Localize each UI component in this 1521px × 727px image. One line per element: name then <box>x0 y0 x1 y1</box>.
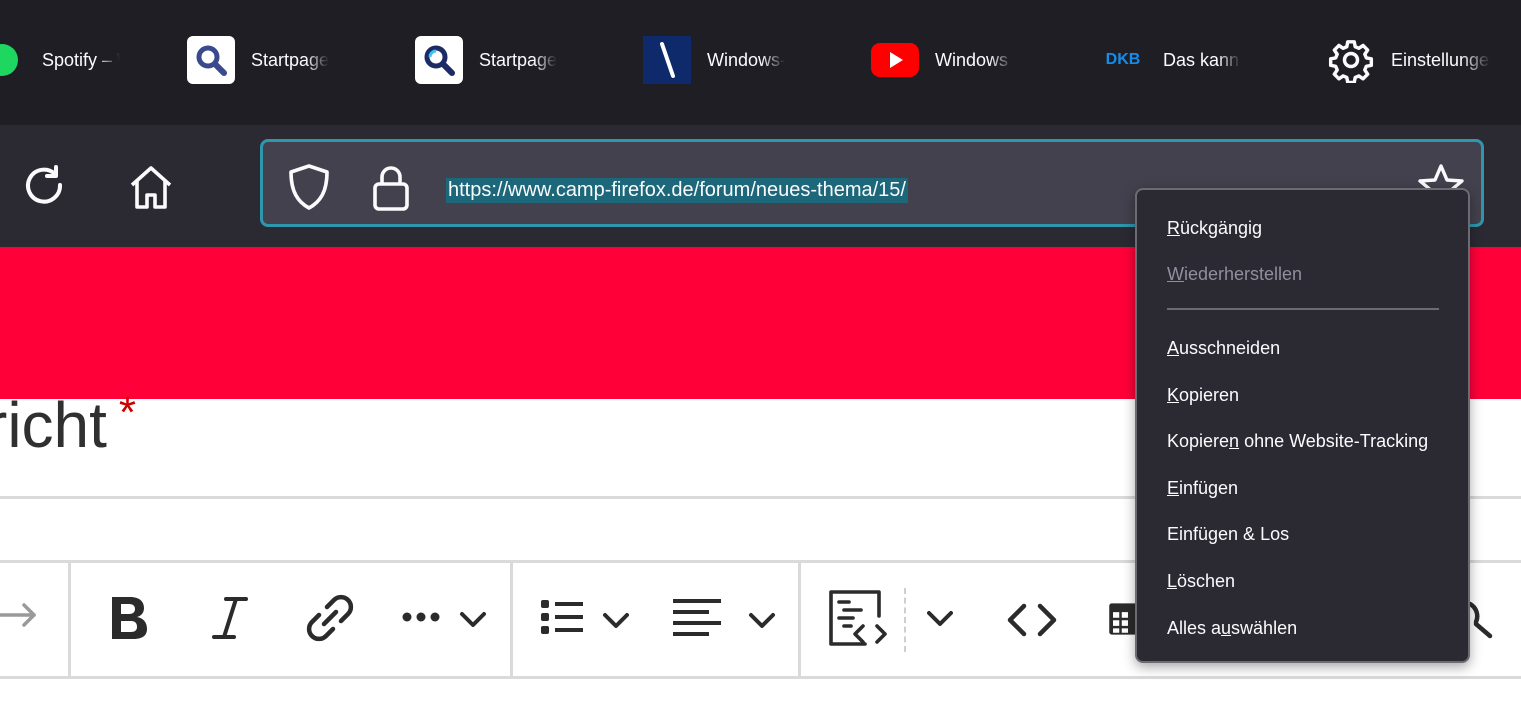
ellipsis-dropdown-icon <box>402 612 486 627</box>
align-left-dropdown-icon <box>673 599 775 636</box>
link-icon <box>306 594 354 642</box>
required-asterisk: * <box>118 388 137 437</box>
menu-item-undo[interactable]: Rückgängig <box>1167 218 1262 239</box>
spotify-icon <box>0 36 26 84</box>
menu-item-paste-and-go[interactable]: Einfügen & Los <box>1167 524 1289 545</box>
gear-icon <box>1327 36 1375 84</box>
menu-separator <box>1167 308 1439 310</box>
toolbar-separator <box>798 563 801 677</box>
list-button[interactable] <box>538 596 638 640</box>
bookmark-label: Windows-11 <box>707 49 785 70</box>
table-icon <box>1109 603 1137 635</box>
more-formatting-button[interactable] <box>398 598 498 638</box>
bookmark-label: Einstellungen <box>1391 49 1491 70</box>
inline-code-button[interactable] <box>1004 598 1060 642</box>
menu-item-copy-clean-link[interactable]: Kopieren ohne Website-Tracking <box>1167 431 1428 452</box>
youtube-icon <box>871 36 919 84</box>
align-button[interactable] <box>670 596 780 640</box>
chevron-down-icon <box>927 611 953 626</box>
preview-button[interactable] <box>1470 598 1494 640</box>
bookmark-dkb[interactable]: DKB Das kann Bank <box>1099 36 1241 84</box>
lock-icon[interactable] <box>371 164 411 217</box>
bookmarks-toolbar: Spotify – Web Player Startpage Suche Sta… <box>0 0 1521 125</box>
bookmark-spotify[interactable]: Spotify – Web Player <box>0 36 120 84</box>
source-code-icon <box>829 590 887 646</box>
menu-item-delete[interactable]: Löschen <box>1167 571 1235 592</box>
source-code-dropdown[interactable] <box>920 603 960 635</box>
bookmark-startpage-2[interactable]: Startpage Suche <box>415 36 557 84</box>
list-dropdown-icon <box>541 600 629 634</box>
menu-item-paste[interactable]: Einfügen <box>1167 478 1238 499</box>
italic-button[interactable] <box>205 590 255 646</box>
windows-slash-icon <box>643 36 691 84</box>
redo-arrow-icon <box>0 603 36 627</box>
field-label-message: richt* <box>0 388 136 462</box>
startpage-icon <box>187 36 235 84</box>
table-button[interactable] <box>1108 592 1138 646</box>
bold-button[interactable] <box>100 590 156 646</box>
menu-item-copy[interactable]: Kopieren <box>1167 385 1239 406</box>
context-menu: Rückgängig Wiederherstellen Ausschneiden… <box>1135 188 1470 663</box>
home-icon <box>130 166 172 209</box>
italic-icon <box>212 597 248 639</box>
bookmark-settings[interactable]: Einstellungen <box>1327 36 1491 84</box>
source-code-button[interactable] <box>826 588 892 650</box>
reload-icon <box>26 165 63 204</box>
toolbar-separator <box>68 563 71 677</box>
bookmark-label: Spotify – Web Player <box>42 49 120 70</box>
bookmark-label: Windows 11 <box>935 49 1013 70</box>
bookmark-label: Startpage Suche <box>479 49 557 70</box>
bookmark-startpage-1[interactable]: Startpage Suche <box>187 36 329 84</box>
search-preview-icon <box>1470 601 1493 639</box>
menu-item-cut[interactable]: Ausschneiden <box>1167 338 1280 359</box>
menu-item-select-all[interactable]: Alles auswählen <box>1167 618 1297 639</box>
bookmark-label: Das kann Bank <box>1163 49 1241 70</box>
field-label-text: richt <box>0 389 107 461</box>
tracking-protection-shield-icon[interactable] <box>285 162 333 217</box>
divider <box>0 676 1521 679</box>
bold-icon <box>112 597 147 639</box>
menu-item-redo[interactable]: Wiederherstellen <box>1167 264 1302 285</box>
code-brackets-icon <box>1007 603 1057 637</box>
startpage-icon <box>415 36 463 84</box>
split-button-divider <box>904 588 906 652</box>
redo-button[interactable] <box>0 595 40 635</box>
url-text[interactable]: https://www.camp-firefox.de/forum/neues-… <box>446 178 908 203</box>
home-button[interactable] <box>125 161 177 213</box>
reload-button[interactable] <box>19 161 71 213</box>
dkb-icon: DKB <box>1105 51 1141 68</box>
bookmark-windows-11-a[interactable]: Windows-11 <box>643 36 785 84</box>
link-button[interactable] <box>302 590 358 646</box>
toolbar-separator <box>510 563 513 677</box>
bookmark-label: Startpage Suche <box>251 49 329 70</box>
bookmark-windows-11-b[interactable]: Windows 11 <box>871 36 1013 84</box>
